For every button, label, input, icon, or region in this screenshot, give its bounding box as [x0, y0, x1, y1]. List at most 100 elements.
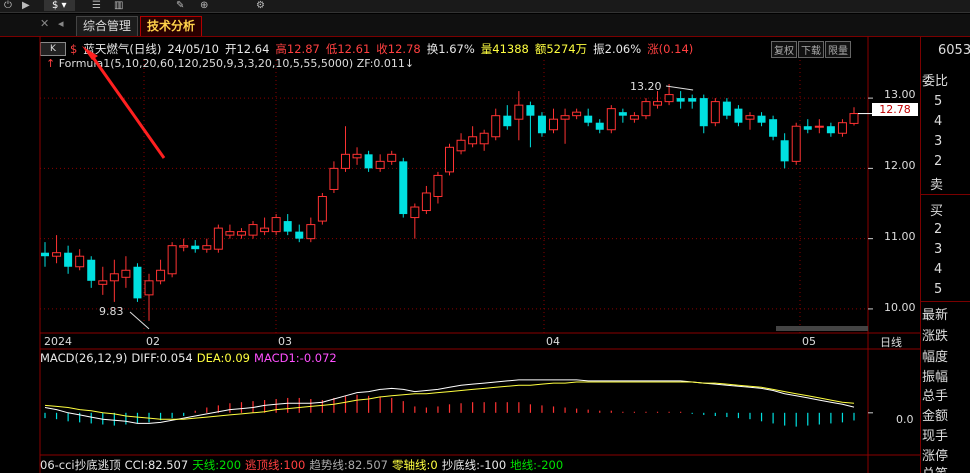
- high-extreme-label: 13.20: [630, 80, 662, 93]
- candle-body: [780, 140, 789, 162]
- sell-level: 3: [934, 134, 943, 149]
- candle-body: [133, 266, 142, 299]
- buy-level: 2: [934, 222, 943, 237]
- candle-body: [664, 94, 674, 103]
- cci-name: 06-cci抄底逃顶: [40, 458, 121, 472]
- buy-level: 3: [934, 242, 943, 257]
- candle-body: [699, 98, 708, 127]
- candle-body: [364, 154, 373, 169]
- candle-body: [803, 126, 812, 130]
- candle-body: [167, 245, 177, 275]
- candle-body: [248, 224, 258, 236]
- macd-diff: DIFF:0.054: [131, 351, 193, 365]
- price-axis-label: 10.00: [884, 301, 916, 314]
- menu-zhangdie[interactable]: 涨跌: [922, 325, 948, 344]
- buy-level: 5: [934, 282, 943, 297]
- sell-level: 5: [934, 94, 943, 109]
- low-extreme-label: 9.83: [99, 305, 124, 318]
- scrollbar: [776, 326, 868, 331]
- sell-level: 2: [934, 154, 943, 169]
- candle-body: [375, 160, 385, 169]
- cci-taoding: 逃顶线:100: [245, 458, 306, 472]
- menu-zhangting[interactable]: 涨停: [922, 445, 948, 464]
- candle-body: [676, 98, 685, 102]
- candle-body: [295, 231, 304, 239]
- menu-xianshou[interactable]: 现手: [922, 425, 948, 444]
- red-arrow: [90, 55, 166, 159]
- menu-fudu[interactable]: 幅度: [922, 346, 948, 365]
- period-label[interactable]: 日线: [880, 334, 902, 350]
- cci-lingzhou: 零轴线:0: [391, 458, 438, 472]
- candle-body: [433, 174, 443, 197]
- candle-body: [734, 108, 743, 123]
- candle-body: [584, 115, 593, 123]
- low-leader-line: [129, 311, 150, 330]
- candle-body: [387, 153, 397, 162]
- macd-macd1: MACD1:-0.072: [254, 351, 337, 365]
- macd-dea: DEA:0.09: [196, 351, 251, 365]
- arrow-head: [82, 46, 98, 60]
- buy-level: 4: [934, 262, 943, 277]
- candle-body: [757, 115, 766, 123]
- cci-value: CCI:82.507: [124, 458, 189, 472]
- candle-body: [445, 146, 454, 173]
- candle-body: [340, 153, 350, 169]
- macd-name: MACD(26,12,9): [40, 351, 128, 365]
- candle-body: [814, 125, 824, 128]
- cci-qushi: 趋势线:82.507: [309, 458, 388, 472]
- candle-body: [225, 231, 235, 236]
- candle-body: [537, 115, 546, 134]
- candle-body: [52, 252, 62, 257]
- date-axis-label: 04: [546, 335, 560, 348]
- candle-body: [769, 119, 778, 137]
- candle-body: [710, 101, 720, 124]
- menu-zongbi[interactable]: 总笔: [922, 463, 948, 473]
- candle-body: [722, 101, 731, 116]
- weibi-label: 委比: [922, 74, 949, 89]
- candle-body: [64, 252, 73, 267]
- candle-body: [849, 113, 859, 124]
- candle-body: [317, 195, 327, 222]
- candle-body: [456, 139, 466, 152]
- candle-body: [549, 118, 559, 131]
- cci-dixian: 地线:-200: [510, 458, 564, 472]
- annotations: [82, 46, 868, 331]
- cci-tianxian: 天线:200: [192, 458, 242, 472]
- macd-axis-zero: 0.0: [896, 413, 914, 426]
- candle-body: [109, 273, 119, 282]
- candle-body: [156, 269, 166, 282]
- candle-body: [468, 136, 478, 145]
- macd-title: MACD(26,12,9) DIFF:0.054 DEA:0.09 MACD1:-0.…: [40, 351, 341, 365]
- candle-body: [837, 122, 847, 134]
- candle-body: [688, 98, 697, 102]
- candle-body: [526, 105, 535, 116]
- candle-body: [503, 115, 512, 127]
- kline-chart[interactable]: [0, 0, 970, 473]
- candle-body: [606, 108, 616, 131]
- cci-chaodi: 抄底线:-100: [441, 458, 507, 472]
- menu-zuixin[interactable]: 最新: [922, 304, 948, 323]
- candle-body: [410, 206, 420, 219]
- sell-level: 4: [934, 114, 943, 129]
- candle-body: [653, 101, 663, 106]
- candle-body: [98, 280, 108, 285]
- macd-diff-line: [44, 379, 855, 424]
- candle-body: [641, 101, 651, 117]
- price-axis-label: 13.00: [884, 88, 916, 101]
- menu-jine[interactable]: 金额: [922, 405, 948, 424]
- menu-zongshou[interactable]: 总手: [922, 385, 948, 404]
- candle-body: [791, 125, 801, 162]
- divider: [921, 301, 970, 302]
- candle-body: [826, 126, 835, 134]
- candle-body: [202, 245, 212, 250]
- candle-body: [271, 217, 281, 233]
- candle-body: [514, 104, 524, 120]
- candle-body: [352, 153, 362, 159]
- price-axis-label: 11.00: [884, 230, 916, 243]
- divider: [921, 194, 970, 195]
- date-axis-label: 03: [278, 335, 292, 348]
- menu-zhenfu[interactable]: 振幅: [922, 366, 948, 385]
- candle-body: [618, 112, 627, 116]
- candle-body: [491, 115, 501, 138]
- sell-label: 卖: [930, 178, 944, 193]
